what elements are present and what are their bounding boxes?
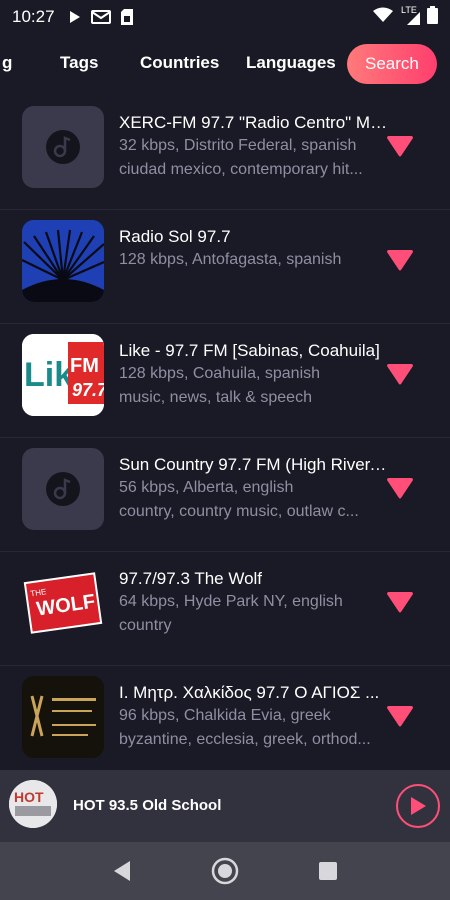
play-icon	[411, 797, 426, 815]
mail-icon	[90, 10, 111, 24]
station-title: Like - 97.7 FM [Sabinas, Coahuila]	[119, 341, 380, 360]
svg-text:FM: FM	[70, 355, 99, 377]
station-row[interactable]: Radio Sol 97.7 128 kbps, Antofagasta, sp…	[0, 210, 450, 324]
station-logo-the-wolf: WOLF THE	[22, 562, 104, 644]
like-fm-logo-icon: Like FM 97.7	[22, 334, 104, 416]
mini-player[interactable]: HOT HOT 93.5 Old School	[0, 770, 450, 842]
station-tags: byzantine, ecclesia, greek, orthod...	[119, 731, 371, 748]
station-title: Radio Sol 97.7	[119, 227, 231, 246]
favorite-heart-icon[interactable]	[386, 136, 414, 158]
system-nav-bar	[0, 842, 450, 900]
station-details: 128 kbps, Antofagasta, spanish	[119, 251, 342, 268]
music-note-icon	[46, 130, 80, 164]
wifi-icon	[373, 7, 393, 28]
now-playing-logo: HOT	[9, 780, 57, 828]
station-logo-like-fm: Like FM 97.7	[22, 334, 104, 416]
station-row[interactable]: XERC-FM 97.7 "Radio Centro" Me... 32 kbp…	[0, 96, 450, 210]
station-row[interactable]: WOLF THE 97.7/97.3 The Wolf 64 kbps, Hyd…	[0, 552, 450, 666]
station-tags: music, news, talk & speech	[119, 389, 312, 406]
sim-icon	[120, 9, 133, 25]
svg-text:HOT: HOT	[14, 789, 44, 805]
station-placeholder-thumb	[22, 448, 104, 530]
station-row[interactable]: Like FM 97.7 Like - 97.7 FM [Sabinas, Co…	[0, 324, 450, 438]
station-details: 32 kbps, Distrito Federal, spanish	[119, 137, 357, 154]
svg-text:97.7: 97.7	[72, 380, 104, 400]
station-row[interactable]: Sun Country 97.7 FM (High River, ... 56 …	[0, 438, 450, 552]
home-circle-icon	[211, 857, 239, 885]
station-title: Ι. Μητρ. Χαλκίδος 97.7 Ο ΑΓΙΟΣ ...	[119, 683, 380, 702]
favorite-heart-icon[interactable]	[386, 592, 414, 614]
station-details: 56 kbps, Alberta, english	[119, 479, 294, 496]
favorite-heart-icon[interactable]	[386, 250, 414, 272]
station-tags: country	[119, 617, 172, 634]
station-title: XERC-FM 97.7 "Radio Centro" Me...	[119, 113, 389, 132]
tab-genres[interactable]: g	[2, 53, 12, 73]
recents-button[interactable]	[308, 851, 348, 891]
back-button[interactable]	[102, 851, 142, 891]
station-row[interactable]: Ι. Μητρ. Χαλκίδος 97.7 Ο ΑΓΙΟΣ ... 96 kb…	[0, 666, 450, 780]
lte-signal-icon: LTE	[399, 5, 421, 26]
tab-languages[interactable]: Languages	[246, 53, 336, 73]
station-tags: ciudad mexico, contemporary hit...	[119, 161, 363, 178]
station-title: 97.7/97.3 The Wolf	[119, 569, 263, 588]
station-tags: country, country music, outlaw c...	[119, 503, 359, 520]
favorite-heart-icon[interactable]	[386, 364, 414, 386]
favorite-heart-icon[interactable]	[386, 706, 414, 728]
station-logo-greek-church	[22, 676, 104, 758]
status-bar: 10:27 LTE	[0, 0, 450, 34]
back-triangle-icon	[113, 861, 130, 881]
now-playing-title: HOT 93.5 Old School	[73, 797, 222, 814]
the-wolf-logo-icon: WOLF THE	[22, 562, 104, 644]
tab-search[interactable]: Search	[347, 44, 437, 84]
category-tab-bar: g Tags Countries Languages Search	[0, 38, 450, 90]
station-title: Sun Country 97.7 FM (High River, ...	[119, 455, 389, 474]
station-placeholder-thumb	[22, 106, 104, 188]
station-details: 64 kbps, Hyde Park NY, english	[119, 593, 343, 610]
tab-tags[interactable]: Tags	[60, 53, 98, 73]
tab-countries[interactable]: Countries	[140, 53, 219, 73]
play-icon	[69, 10, 81, 24]
sunrise-logo-icon	[22, 220, 104, 302]
recents-square-icon	[319, 862, 338, 880]
battery-icon	[427, 5, 438, 29]
station-details: 96 kbps, Chalkida Evia, greek	[119, 707, 331, 724]
favorite-heart-icon[interactable]	[386, 478, 414, 500]
church-emblem-icon	[22, 676, 104, 758]
music-note-icon	[46, 472, 80, 506]
station-details: 128 kbps, Coahuila, spanish	[119, 365, 321, 382]
play-button[interactable]	[396, 784, 440, 828]
home-button[interactable]	[205, 851, 245, 891]
station-logo-radio-sol	[22, 220, 104, 302]
status-time: 10:27	[12, 7, 55, 26]
